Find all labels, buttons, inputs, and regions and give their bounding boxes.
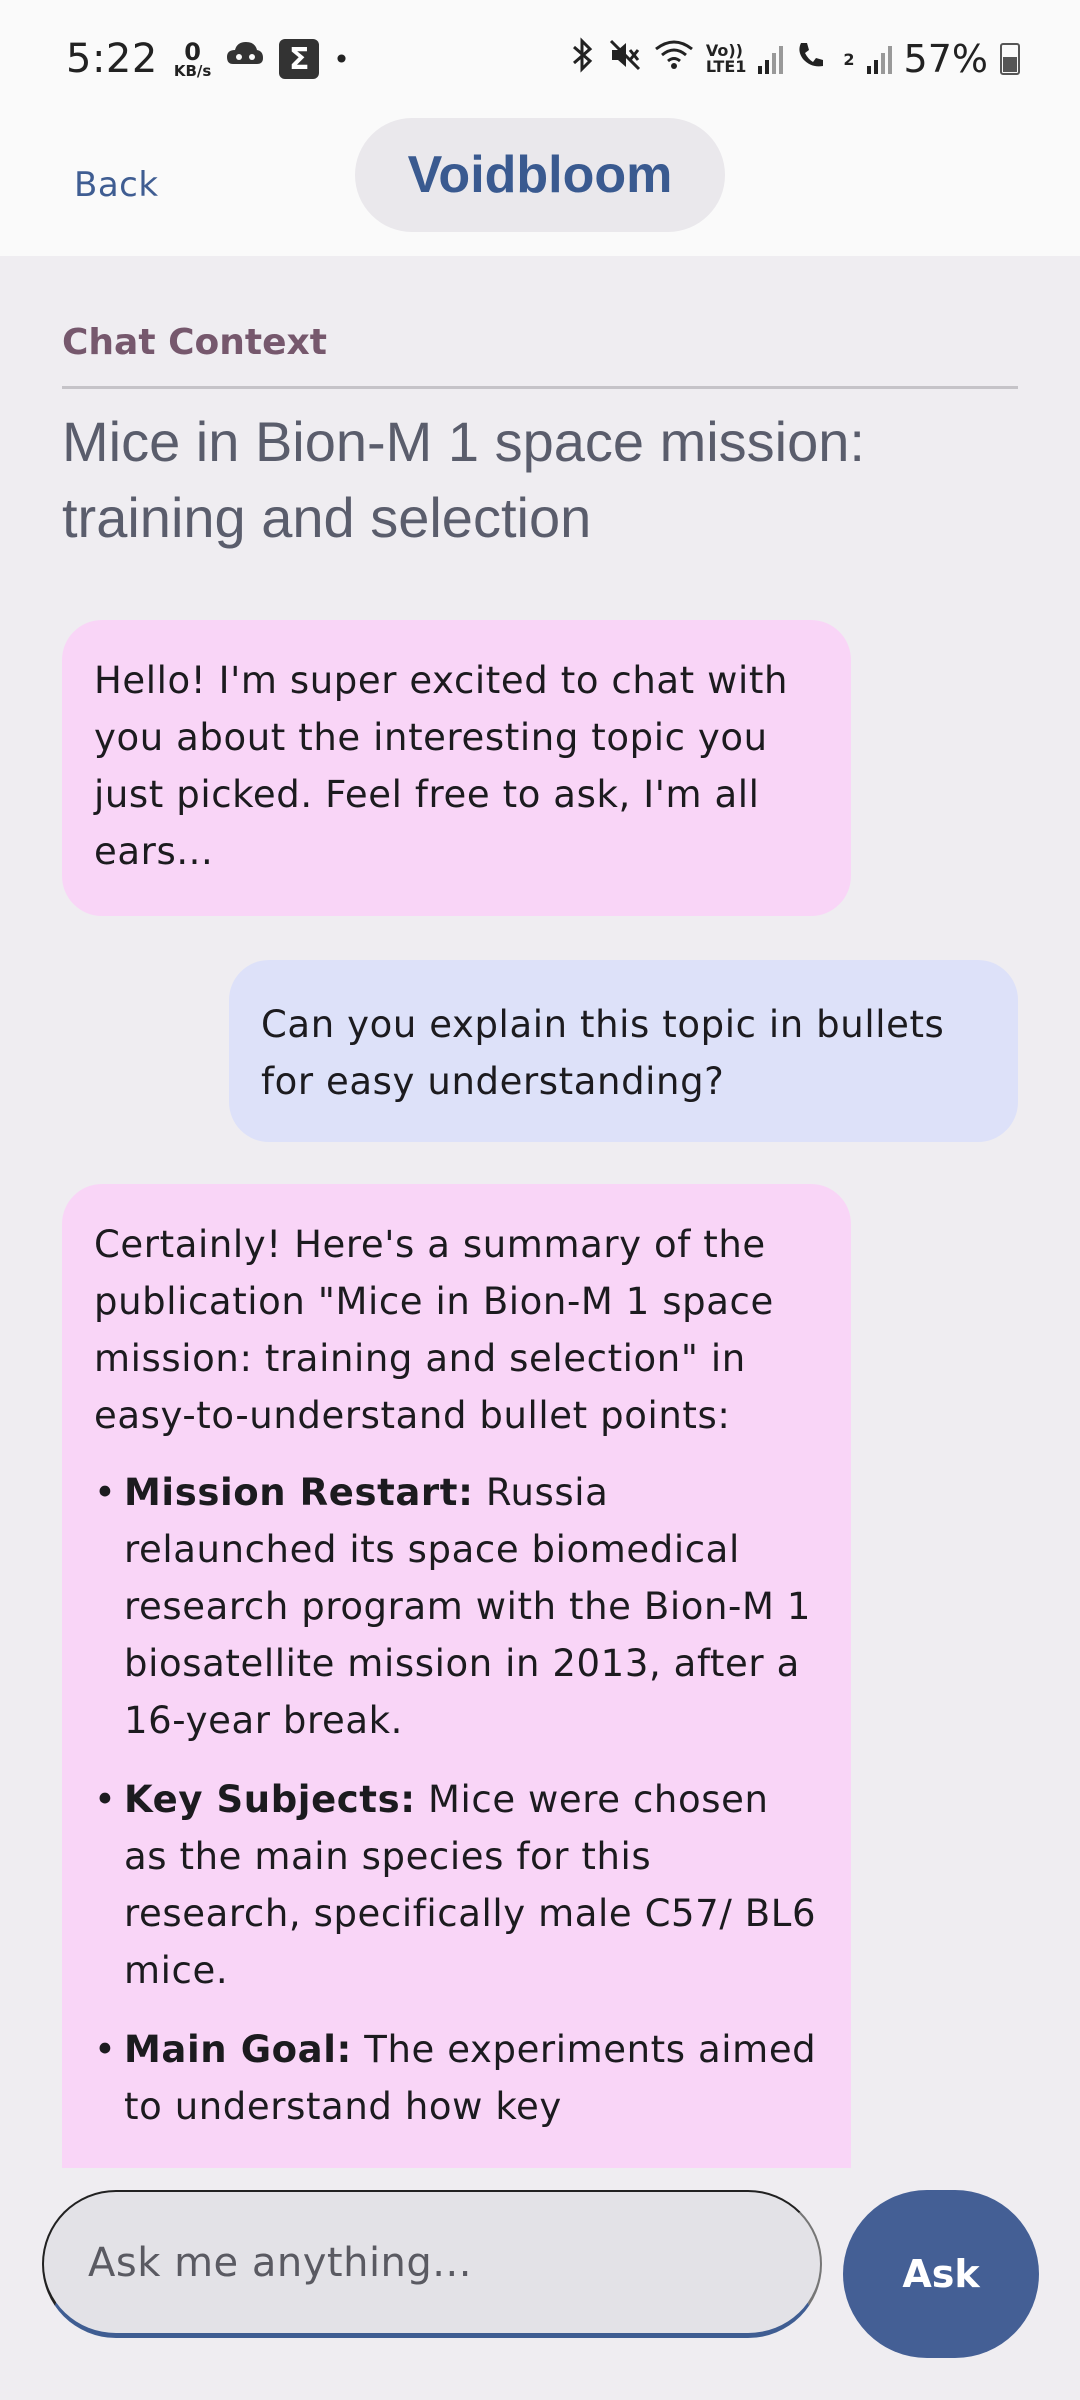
app-title: Voidbloom <box>355 118 725 232</box>
bullet-marker: • <box>94 2028 117 2071</box>
bullet-item: • Main Goal: The experiments aimed to un… <box>94 2021 819 2135</box>
bullet-item: • Mission Restart: Russia relaunched its… <box>94 1464 819 1749</box>
bullet-list: • Mission Restart: Russia relaunched its… <box>94 1464 819 2135</box>
ask-button[interactable]: Ask <box>843 2190 1039 2358</box>
bot-message-bubble: Hello! I'm super excited to chat with yo… <box>62 620 851 916</box>
chat-content[interactable]: Chat Context Mice in Bion-M 1 space miss… <box>0 256 1080 2168</box>
bullet-heading: Key Subjects: <box>124 1778 416 1821</box>
mute-icon <box>608 38 642 80</box>
context-divider <box>62 386 1018 389</box>
message-text: Hello! I'm super excited to chat with yo… <box>94 659 789 873</box>
composer-bar: Ask <box>0 2168 1080 2400</box>
chat-context-label: Chat Context <box>62 322 327 363</box>
network-speed-value: 0 <box>184 37 201 66</box>
bullet-marker: • <box>94 1778 117 1821</box>
back-button[interactable]: Back <box>74 150 159 220</box>
message-intro: Certainly! Here's a summary of the publi… <box>94 1223 774 1437</box>
bullet-item: • Key Subjects: Mice were chosen as the … <box>94 1771 819 1999</box>
user-message-bubble: Can you explain this topic in bullets fo… <box>229 960 1018 1142</box>
battery-percent: 57% <box>903 37 988 81</box>
bullet-heading: Mission Restart: <box>124 1471 474 1514</box>
volte-indicator: Vo)) LTE1 <box>706 43 747 75</box>
chat-context-title: Mice in Bion-M 1 space mission: training… <box>62 410 865 549</box>
status-time: 5:22 <box>66 36 158 82</box>
network-speed: 0 KB/s <box>174 40 211 79</box>
network-speed-unit: KB/s <box>173 61 212 80</box>
signal-icon-sim2 <box>866 44 892 74</box>
message-text: Can you explain this topic in bullets fo… <box>261 1003 945 1103</box>
cloud-game-icon <box>225 38 265 81</box>
bluetooth-icon <box>570 37 596 81</box>
bullet-marker: • <box>94 1471 117 1514</box>
notification-dot: • <box>333 42 350 76</box>
sim2-label: 2 <box>843 49 855 69</box>
wifi-icon <box>654 39 694 79</box>
bullet-heading: Main Goal: <box>124 2028 352 2071</box>
signal-icon <box>758 44 784 74</box>
battery-icon <box>1000 43 1020 75</box>
ask-input[interactable] <box>42 2190 822 2338</box>
status-bar-right: Vo)) LTE1 2 57% <box>570 37 1020 81</box>
volte-bottom: LTE1 <box>705 57 747 76</box>
status-bar-left: 5:22 0 KB/s Σ • <box>66 36 350 82</box>
wifi-call-icon <box>795 39 831 79</box>
status-bar: 5:22 0 KB/s Σ • Vo)) LTE1 2 57% <box>0 0 1080 118</box>
app-bar: Back Voidbloom <box>0 118 1080 256</box>
bot-message-bubble: Certainly! Here's a summary of the publi… <box>62 1184 851 2168</box>
sigma-app-icon: Σ <box>279 39 320 79</box>
